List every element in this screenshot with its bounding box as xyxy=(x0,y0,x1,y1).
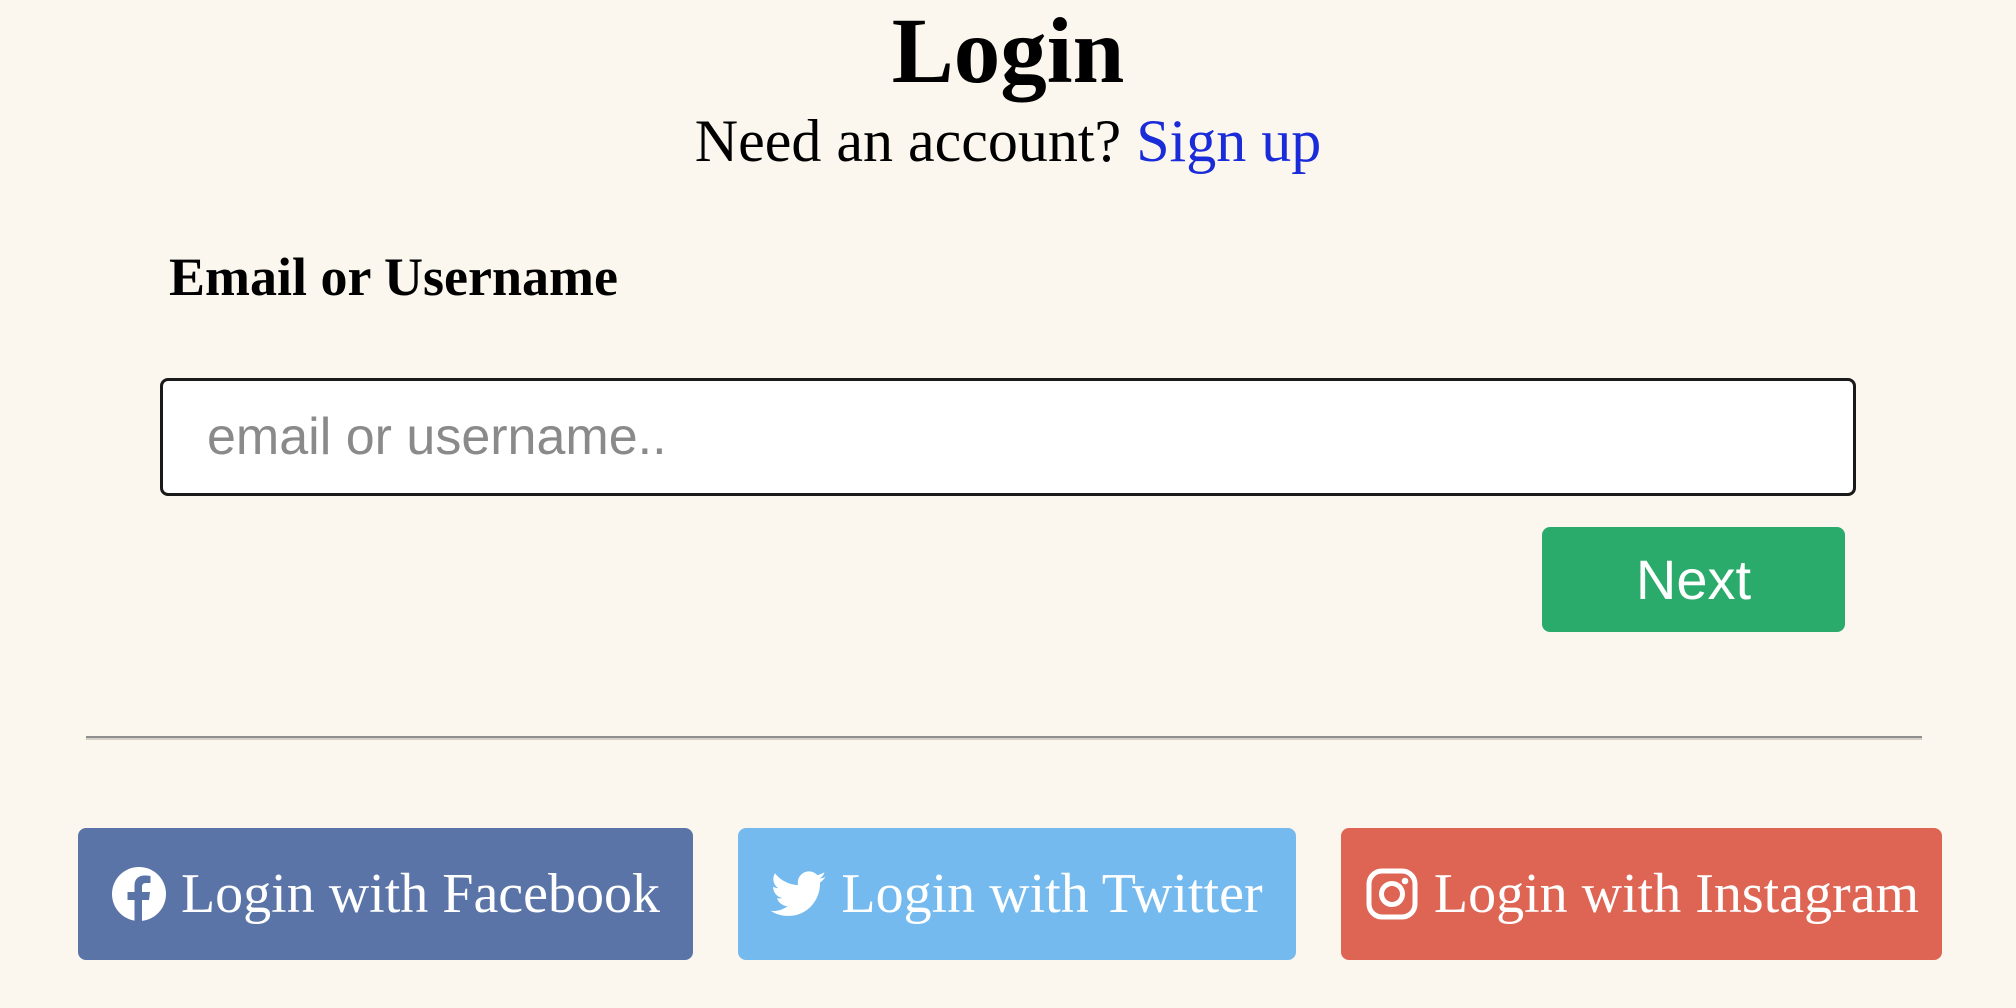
next-button[interactable]: Next xyxy=(1542,527,1845,632)
instagram-login-label: Login with Instagram xyxy=(1433,863,1920,925)
facebook-login-label: Login with Facebook xyxy=(180,863,661,925)
facebook-icon xyxy=(111,866,167,922)
twitter-login-button[interactable]: Login with Twitter xyxy=(738,828,1296,960)
page-title: Login xyxy=(891,0,1125,103)
email-username-label: Email or Username xyxy=(169,247,618,307)
facebook-login-button[interactable]: Login with Facebook xyxy=(78,828,693,960)
email-username-input[interactable] xyxy=(160,378,1856,496)
signup-prompt: Need an account? Sign up xyxy=(0,107,2016,175)
divider xyxy=(86,736,1922,740)
twitter-icon xyxy=(771,866,827,922)
instagram-login-button[interactable]: Login with Instagram xyxy=(1341,828,1942,960)
twitter-login-label: Login with Twitter xyxy=(841,863,1263,925)
instagram-icon xyxy=(1364,866,1420,922)
signup-link[interactable]: Sign up xyxy=(1136,108,1321,174)
signup-prompt-text: Need an account? xyxy=(694,108,1122,174)
